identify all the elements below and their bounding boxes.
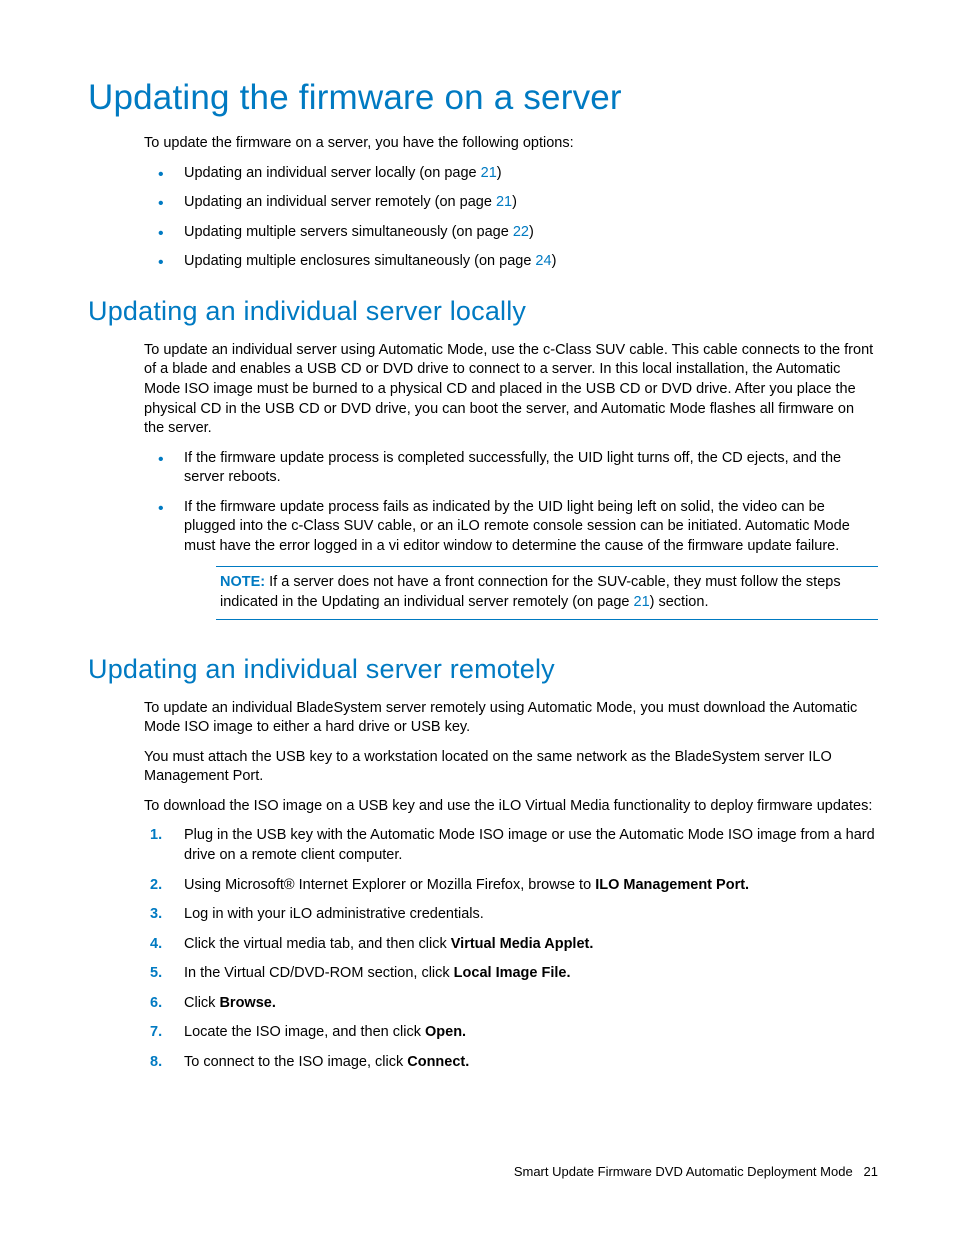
step-item: Using Microsoft® Internet Explorer or Mo…: [144, 876, 878, 896]
note-text: If a server does not have a front connec…: [220, 574, 841, 610]
step-item: Click the virtual media tab, and then cl…: [144, 935, 878, 955]
paragraph: To update an individual BladeSystem serv…: [144, 699, 878, 738]
step-item: Locate the ISO image, and then click Ope…: [144, 1023, 878, 1043]
page-link[interactable]: 21: [496, 194, 512, 210]
bold-term: Browse.: [219, 995, 275, 1011]
note-box: NOTE: If a server does not have a front …: [216, 566, 878, 619]
page-link[interactable]: 21: [634, 594, 650, 610]
document-page: Updating the firmware on a server To upd…: [0, 0, 954, 1072]
bold-term: Open.: [425, 1024, 466, 1040]
bold-term: Connect.: [407, 1054, 469, 1070]
bold-term: Local Image File.: [454, 965, 571, 981]
section-heading-remotely: Updating an individual server remotely: [88, 654, 878, 685]
paragraph: You must attach the USB key to a worksta…: [144, 748, 878, 787]
intro-bullets: Updating an individual server locally (o…: [144, 164, 878, 272]
step-item: Log in with your iLO administrative cred…: [144, 905, 878, 925]
note-text-tail: ) section.: [650, 594, 709, 610]
section-remotely-body: To update an individual BladeSystem serv…: [144, 699, 878, 1073]
list-item: Updating an individual server locally (o…: [144, 164, 878, 184]
page-footer: Smart Update Firmware DVD Automatic Depl…: [514, 1164, 878, 1179]
footer-page-number: 21: [864, 1164, 878, 1179]
intro-block: To update the firmware on a server, you …: [144, 134, 878, 272]
page-title: Updating the firmware on a server: [88, 78, 878, 118]
locally-bullets: If the firmware update process is comple…: [144, 449, 878, 557]
page-link[interactable]: 21: [481, 165, 497, 181]
step-item: In the Virtual CD/DVD-ROM section, click…: [144, 964, 878, 984]
intro-text: To update the firmware on a server, you …: [144, 134, 878, 154]
footer-text: Smart Update Firmware DVD Automatic Depl…: [514, 1164, 853, 1179]
section-locally-body: To update an individual server using Aut…: [144, 341, 878, 620]
step-item: Plug in the USB key with the Automatic M…: [144, 826, 878, 865]
page-link[interactable]: 22: [513, 224, 529, 240]
list-item: Updating an individual server remotely (…: [144, 193, 878, 213]
paragraph: To update an individual server using Aut…: [144, 341, 878, 439]
page-link[interactable]: 24: [535, 253, 551, 269]
step-item: Click Browse.: [144, 994, 878, 1014]
bold-term: Virtual Media Applet.: [451, 936, 594, 952]
steps-list: Plug in the USB key with the Automatic M…: [144, 826, 878, 1072]
bold-term: ILO Management Port.: [595, 877, 749, 893]
paragraph: To download the ISO image on a USB key a…: [144, 797, 878, 817]
list-item: If the firmware update process is comple…: [144, 449, 878, 488]
list-item: If the firmware update process fails as …: [144, 498, 878, 557]
note-label: NOTE:: [220, 574, 265, 590]
step-item: To connect to the ISO image, click Conne…: [144, 1053, 878, 1073]
list-item: Updating multiple enclosures simultaneou…: [144, 252, 878, 272]
list-item: Updating multiple servers simultaneously…: [144, 223, 878, 243]
section-heading-locally: Updating an individual server locally: [88, 296, 878, 327]
